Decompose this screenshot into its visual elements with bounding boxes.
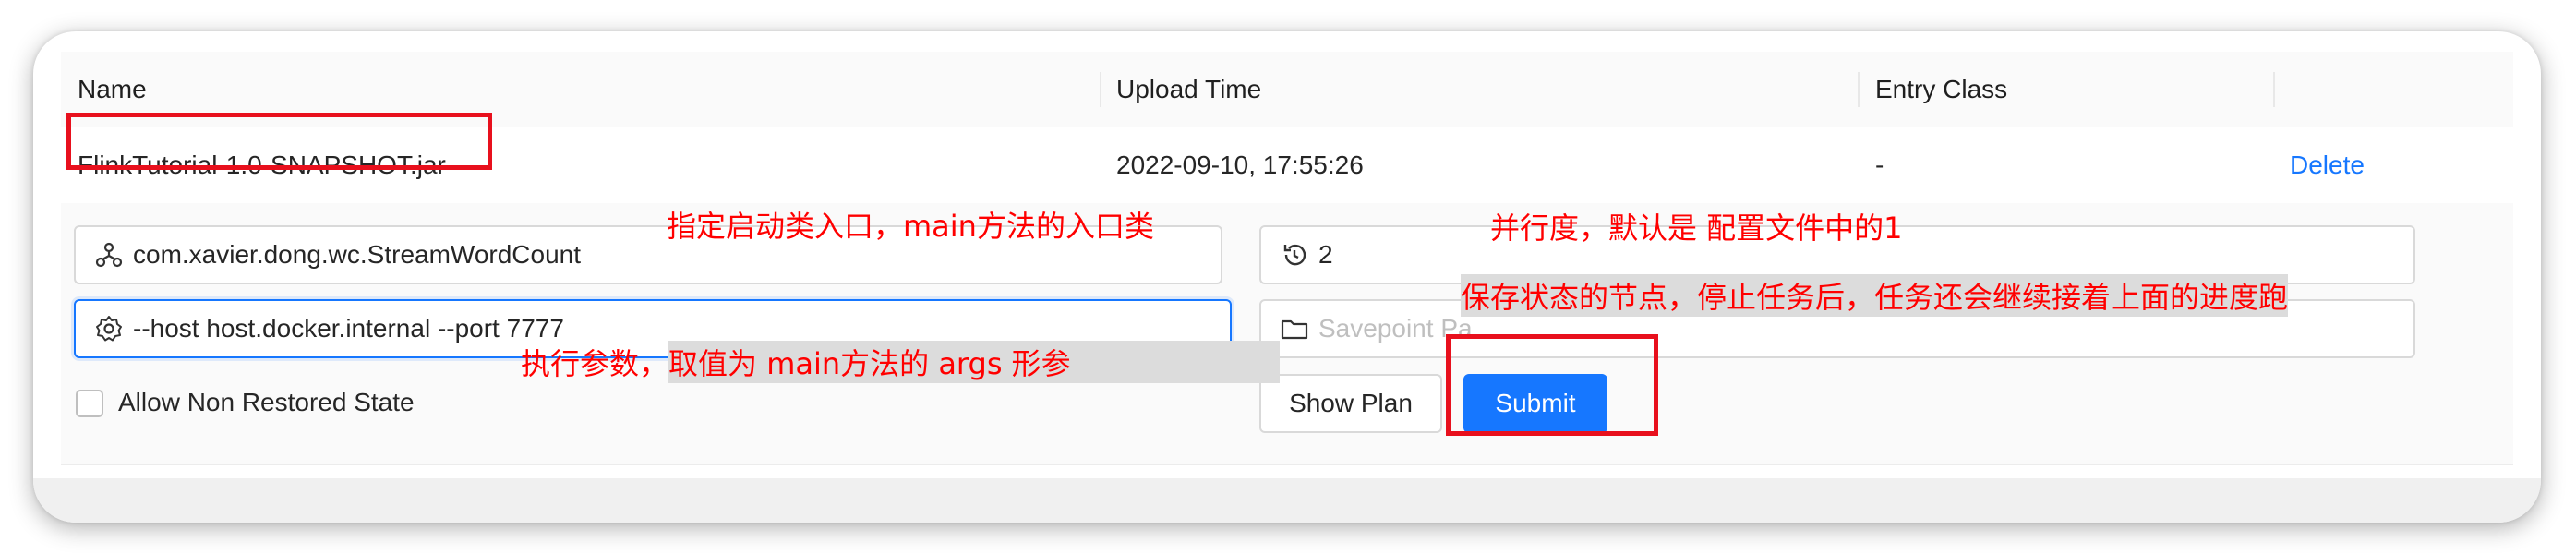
program-args-text: --host host.docker.internal --port 7777 bbox=[133, 314, 564, 343]
args-annotation-highlight: 取值为 main方法的 args 形参 bbox=[668, 341, 1281, 383]
header-entry-class: Entry Class bbox=[1875, 75, 2008, 103]
entry-class-value: - bbox=[1875, 151, 1884, 179]
entry-class-text: com.xavier.dong.wc.StreamWordCount bbox=[133, 240, 582, 269]
jar-name-highlight-box bbox=[66, 113, 492, 170]
submit-highlight-box bbox=[1446, 334, 1658, 436]
show-plan-button[interactable]: Show Plan bbox=[1259, 374, 1442, 433]
program-args-annotation: 执行参数，取值为 main方法的 args 形参 bbox=[521, 341, 1281, 383]
card-footer bbox=[33, 478, 2541, 523]
cluster-icon bbox=[95, 242, 123, 268]
savepoint-annotation: 保存状态的节点，停止任务后，任务还会继续接着上面的进度跑 bbox=[1461, 274, 2289, 317]
folder-icon bbox=[1281, 319, 1308, 340]
setting-icon bbox=[96, 316, 122, 342]
header-upload-time: Upload Time bbox=[1116, 75, 1262, 103]
header-divider bbox=[1858, 72, 1860, 107]
submit-form: com.xavier.dong.wc.StreamWordCount 2 --h… bbox=[61, 203, 2513, 465]
allow-non-restored-label[interactable]: Allow Non Restored State bbox=[118, 388, 415, 417]
entry-class-annotation: 指定启动类入口，main方法的入口类 bbox=[667, 209, 1154, 244]
history-icon bbox=[1283, 244, 1306, 266]
header-divider bbox=[1100, 72, 1101, 107]
header-divider bbox=[2273, 72, 2275, 107]
allow-non-restored-checkbox[interactable] bbox=[76, 390, 103, 417]
args-annotation-prefix: 执行参数， bbox=[521, 346, 669, 381]
delete-link[interactable]: Delete bbox=[2290, 127, 2365, 203]
parallelism-text: 2 bbox=[1318, 240, 1333, 269]
parallelism-annotation: 并行度，默认是 配置文件中的1 bbox=[1490, 211, 1903, 246]
upload-time: 2022-09-10, 17:55:26 bbox=[1116, 151, 1364, 179]
